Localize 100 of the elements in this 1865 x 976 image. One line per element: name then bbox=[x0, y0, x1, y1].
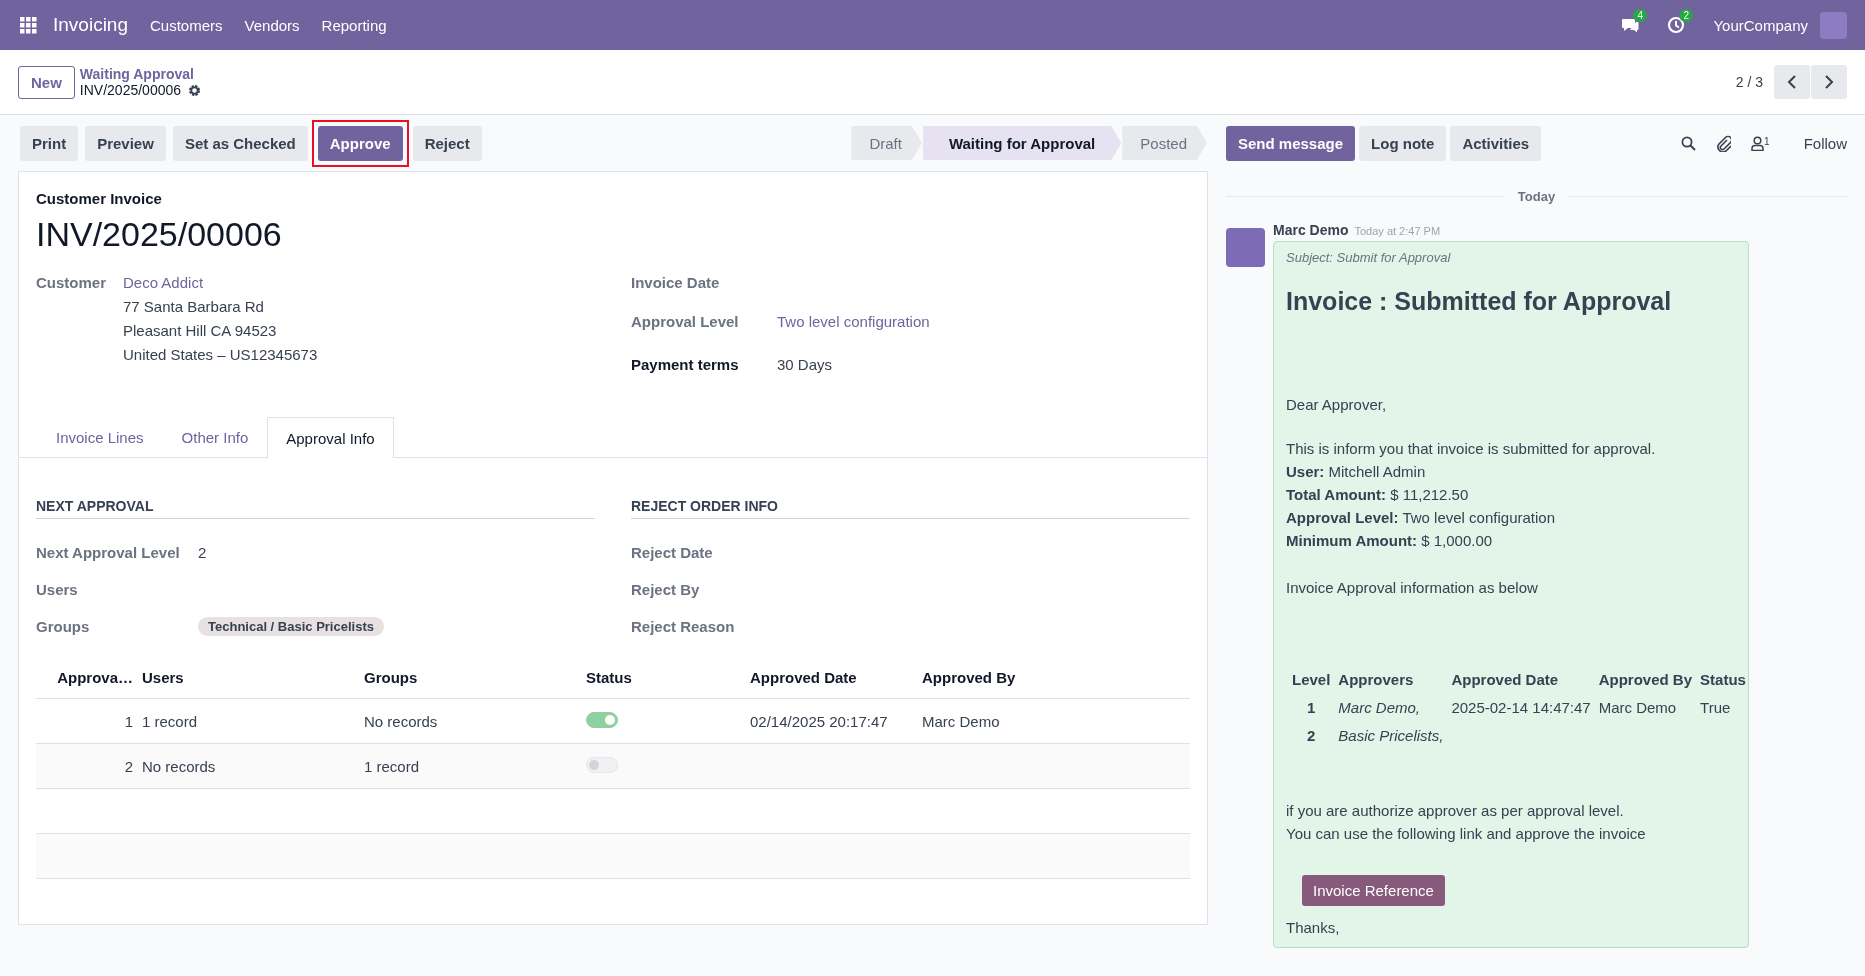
field-label: Reject By bbox=[631, 581, 701, 598]
invoice-number: INV/2025/00006 bbox=[36, 215, 283, 254]
status-stage[interactable]: Draft bbox=[851, 126, 922, 160]
app-grid-icon[interactable] bbox=[20, 16, 37, 34]
action-button[interactable]: Reject bbox=[412, 125, 482, 161]
table-cell: No records bbox=[141, 743, 363, 789]
breadcrumb-link[interactable]: Waiting Approval bbox=[79, 66, 202, 82]
table-cell: Marc Demo bbox=[921, 698, 1190, 744]
message-text: if you are authorize approver as per approval level. bbox=[1286, 801, 1625, 821]
person-icon bbox=[1751, 135, 1765, 151]
column-header: Approved By bbox=[1597, 669, 1694, 690]
chevron-right-icon bbox=[1824, 75, 1834, 89]
customer-link[interactable]: Deco Addict bbox=[123, 274, 318, 291]
field-label: Payment terms bbox=[631, 356, 740, 375]
message-time: Today at 2:47 PM bbox=[1354, 225, 1441, 237]
tab[interactable]: Approval Info bbox=[267, 417, 394, 458]
table-cell-text: Basic Pricelists, bbox=[1337, 725, 1445, 746]
message-text: Approval Level: Two level configuration bbox=[1286, 508, 1556, 528]
table-cell-text: Marc Demo, bbox=[1337, 697, 1422, 718]
follow-button[interactable]: Follow bbox=[1803, 134, 1847, 152]
column-header[interactable]: Approva… bbox=[36, 656, 141, 699]
author-avatar bbox=[1226, 228, 1265, 267]
document-type: Customer Invoice bbox=[36, 190, 163, 207]
status-stage[interactable]: Posted bbox=[1122, 126, 1207, 160]
message-subject: Subject: Submit for Approval bbox=[1286, 250, 1452, 265]
chatter-button[interactable]: Activities bbox=[1450, 125, 1542, 161]
column-header: Approvers bbox=[1337, 669, 1415, 690]
tab[interactable]: Invoice Lines bbox=[37, 417, 163, 457]
address-line: United States – US12345673 bbox=[123, 346, 318, 363]
status-stage[interactable]: Waiting for Approval bbox=[922, 126, 1122, 160]
table-cell: 1 bbox=[36, 698, 141, 744]
action-button[interactable]: Print bbox=[20, 125, 79, 161]
message-text: Total Amount: $ 11,212.50 bbox=[1286, 485, 1470, 505]
message-heading: Invoice : Submitted for Approval bbox=[1286, 287, 1673, 316]
field-value: 2 bbox=[198, 544, 207, 561]
field-label: Reject Reason bbox=[631, 618, 736, 635]
field-value: 30 Days bbox=[777, 356, 833, 375]
column-header: Status bbox=[1699, 669, 1747, 690]
column-header: Level bbox=[1291, 669, 1332, 690]
column-header[interactable]: Groups bbox=[363, 656, 585, 699]
author-name: Marc Demo bbox=[1273, 222, 1349, 238]
send-message-button[interactable]: Send message bbox=[1226, 125, 1356, 161]
table-cell-text: Marc Demo bbox=[1597, 697, 1678, 718]
address-line: 77 Santa Barbara Rd bbox=[123, 298, 265, 315]
address-line: Pleasant Hill CA 94523 bbox=[123, 322, 278, 339]
menu-item[interactable]: Reporting bbox=[321, 16, 387, 34]
column-header[interactable]: Users bbox=[141, 656, 363, 699]
section-title: NEXT APPROVAL bbox=[36, 498, 595, 519]
previous-button[interactable] bbox=[1774, 65, 1810, 99]
field-label: Approval Level bbox=[631, 313, 740, 332]
menu-item[interactable]: Vendors bbox=[244, 16, 300, 34]
search-icon[interactable] bbox=[1681, 135, 1697, 151]
table-cell: No records bbox=[363, 698, 585, 744]
column-header[interactable]: Approved Date bbox=[749, 656, 921, 699]
table-cell-text: 2 bbox=[1306, 725, 1317, 746]
date-divider: Today bbox=[1517, 189, 1556, 204]
column-header[interactable]: Approved By bbox=[921, 656, 1190, 699]
message-text: Thanks, bbox=[1286, 918, 1341, 938]
table-cell-text: 1 bbox=[1306, 697, 1317, 718]
record-name: INV/2025/00006 bbox=[79, 82, 182, 98]
company-name[interactable]: YourCompany bbox=[1713, 16, 1808, 34]
field-link[interactable]: Two level configuration bbox=[777, 313, 930, 334]
field-label: Customer bbox=[36, 274, 107, 293]
chevron-left-icon bbox=[1787, 75, 1797, 89]
invoice-reference-button[interactable]: Invoice Reference bbox=[1302, 875, 1445, 906]
action-button[interactable]: Set as Checked bbox=[172, 125, 308, 161]
column-header: Approved Date bbox=[1450, 669, 1560, 690]
field-label: Reject Date bbox=[631, 544, 714, 561]
message-text: You can use the following link and approve the invoice bbox=[1286, 824, 1647, 844]
table-cell: 1 record bbox=[363, 743, 585, 789]
followers-button[interactable]: 1 bbox=[1751, 135, 1770, 151]
action-button[interactable]: Preview bbox=[85, 125, 166, 161]
table-cell: 2 bbox=[36, 743, 141, 789]
field-label: Next Approval Level bbox=[36, 544, 181, 561]
message-text: Invoice Approval information as below bbox=[1286, 578, 1539, 598]
paperclip-icon[interactable] bbox=[1716, 134, 1732, 152]
column-header[interactable]: Status bbox=[585, 656, 749, 699]
approve-button[interactable]: Approve bbox=[317, 125, 403, 161]
section-title: REJECT ORDER INFO bbox=[631, 498, 1190, 519]
message-text: Dear Approver, bbox=[1286, 396, 1388, 413]
field-label: Invoice Date bbox=[631, 274, 721, 293]
table-cell-text: True bbox=[1699, 697, 1732, 718]
table-cell: 02/14/2025 20:17:47 bbox=[749, 698, 921, 744]
toggle-switch[interactable] bbox=[586, 711, 618, 728]
field-label: Users bbox=[36, 581, 79, 598]
next-button[interactable] bbox=[1811, 65, 1847, 99]
chatter-button[interactable]: Log note bbox=[1359, 125, 1447, 161]
table-cell-text: 2025-02-14 14:47:47 bbox=[1450, 697, 1592, 718]
table-cell: 1 record bbox=[141, 698, 363, 744]
menu-item[interactable]: Customers bbox=[150, 16, 223, 34]
message-text: Minimum Amount: $ 1,000.00 bbox=[1286, 531, 1494, 551]
count-badge: 4 bbox=[1633, 9, 1648, 22]
field-label: Groups bbox=[36, 618, 91, 635]
clock-icon[interactable] bbox=[1667, 16, 1686, 34]
app-name[interactable]: Invoicing bbox=[53, 14, 128, 36]
gear-icon bbox=[188, 83, 202, 97]
count-badge: 2 bbox=[1679, 9, 1694, 22]
new-button[interactable]: New bbox=[18, 65, 75, 99]
message-text: User: Mitchell Admin bbox=[1286, 462, 1427, 482]
tab[interactable]: Other Info bbox=[162, 417, 268, 457]
